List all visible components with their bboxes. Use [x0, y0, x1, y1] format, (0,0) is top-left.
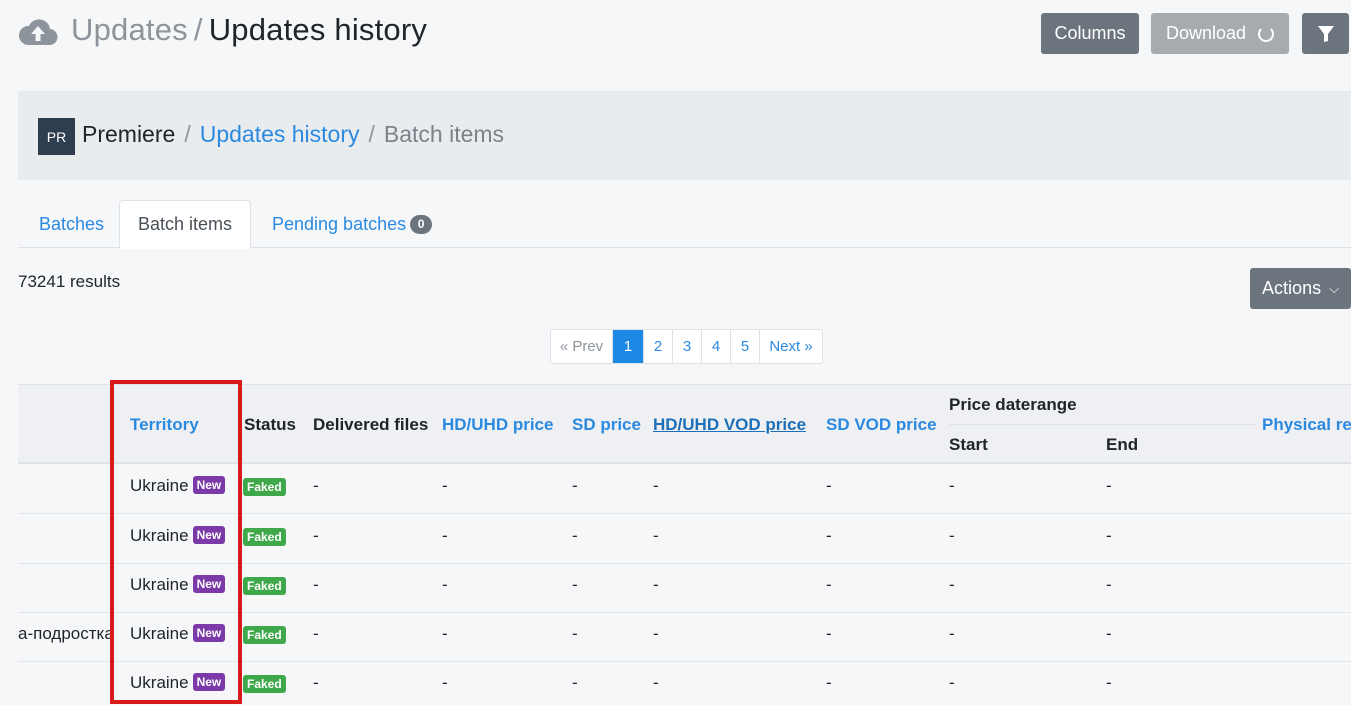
cell-sd-price: -: [572, 673, 578, 692]
territory-column-highlight: [110, 380, 242, 704]
tab-pending-batches[interactable]: Pending batches 0: [272, 200, 433, 248]
filter-button[interactable]: [1302, 13, 1349, 54]
cell-status: Faked: [243, 526, 286, 546]
cell-status: Faked: [243, 575, 286, 595]
actions-dropdown-button[interactable]: Actions ⌵: [1250, 268, 1351, 309]
column-header-physical-release[interactable]: Physical rel: [1262, 415, 1351, 435]
column-header-end: End: [1106, 435, 1139, 454]
breadcrumb-updates-history-link[interactable]: Updates history: [200, 121, 360, 147]
cell-hd-uhd-vod-price: -: [653, 624, 659, 643]
cell-hd-uhd-vod-price: -: [653, 673, 659, 692]
faked-badge: Faked: [243, 577, 286, 595]
cell-hd-uhd-vod-price: -: [653, 476, 659, 495]
cell-status: Faked: [243, 624, 286, 644]
cell-status: Faked: [243, 476, 286, 496]
column-header-delivered-files: Delivered files: [313, 415, 429, 434]
cell-sd-price: -: [572, 624, 578, 643]
filter-icon: [1317, 25, 1334, 42]
tab-batches[interactable]: Batches: [39, 200, 104, 248]
cell-hd-uhd-price: -: [442, 673, 448, 692]
column-header-sd-price[interactable]: SD price: [572, 415, 641, 435]
page-title-parent[interactable]: Updates: [71, 12, 188, 47]
cell-start: -: [949, 526, 955, 545]
tab-batch-items[interactable]: Batch items: [119, 200, 251, 249]
results-count: 73241 results: [18, 272, 121, 291]
cell-delivered-files: -: [313, 575, 319, 594]
breadcrumb-current: Batch items: [383, 121, 505, 147]
column-header-status: Status: [244, 415, 296, 434]
chevron-down-icon: ⌵: [1329, 280, 1339, 296]
cell-sd-price: -: [572, 526, 578, 545]
pagination-page-4[interactable]: 4: [701, 330, 730, 363]
faked-badge: Faked: [243, 528, 286, 546]
cell-delivered-files: -: [313, 526, 319, 545]
pagination: « Prev 1 2 3 4 5 Next »: [550, 329, 823, 364]
columns-button[interactable]: Columns: [1041, 13, 1139, 54]
breadcrumb: Premiere / Updates history / Batch items: [82, 121, 505, 147]
cell-sd-price: -: [572, 575, 578, 594]
cell-hd-uhd-price: -: [442, 526, 448, 545]
faked-badge: Faked: [243, 478, 286, 496]
download-button[interactable]: Download: [1151, 13, 1289, 54]
project-avatar: PR: [38, 118, 75, 155]
cell-delivered-files: -: [313, 624, 319, 643]
column-header-hd-uhd-price[interactable]: HD/UHD price: [442, 415, 553, 435]
column-header-price-daterange: Price daterange: [949, 395, 1077, 414]
cell-start: -: [949, 624, 955, 643]
column-header-sd-vod-price[interactable]: SD VOD price: [826, 415, 937, 435]
cell-end: -: [1106, 624, 1112, 643]
pagination-page-3[interactable]: 3: [672, 330, 701, 363]
loading-spinner-icon: [1258, 25, 1275, 42]
cell-sd-vod-price: -: [826, 476, 832, 495]
cell-hd-uhd-vod-price: -: [653, 526, 659, 545]
cloud-upload-icon: [18, 19, 58, 46]
pagination-page-5[interactable]: 5: [730, 330, 759, 363]
page-title-current: Updates history: [208, 12, 428, 47]
pending-count-badge: 0: [410, 214, 433, 234]
cell-delivered-files: -: [313, 476, 319, 495]
cell-hd-uhd-price: -: [442, 476, 448, 495]
page-title: Updates / Updates history: [71, 12, 428, 47]
cell-status: Faked: [243, 673, 286, 693]
cell-sd-vod-price: -: [826, 673, 832, 692]
faked-badge: Faked: [243, 626, 286, 644]
header-divider: [949, 424, 1255, 425]
cell-end: -: [1106, 476, 1112, 495]
cell-delivered-files: -: [313, 673, 319, 692]
cell-end: -: [1106, 673, 1112, 692]
pagination-page-1[interactable]: 1: [612, 330, 643, 363]
pagination-next[interactable]: Next »: [759, 330, 822, 363]
cell-title: а-подростка: [18, 624, 114, 643]
pagination-prev[interactable]: « Prev: [551, 330, 612, 363]
cell-hd-uhd-vod-price: -: [653, 575, 659, 594]
column-header-start: Start: [949, 435, 988, 454]
column-header-hd-uhd-vod-price[interactable]: HD/UHD VOD price: [653, 415, 806, 435]
faked-badge: Faked: [243, 675, 286, 693]
cell-sd-vod-price: -: [826, 624, 832, 643]
cell-end: -: [1106, 526, 1112, 545]
cell-sd-vod-price: -: [826, 575, 832, 594]
cell-hd-uhd-price: -: [442, 624, 448, 643]
cell-sd-vod-price: -: [826, 526, 832, 545]
breadcrumb-project: Premiere: [82, 121, 176, 147]
pagination-page-2[interactable]: 2: [643, 330, 672, 363]
cell-hd-uhd-price: -: [442, 575, 448, 594]
cell-end: -: [1106, 575, 1112, 594]
cell-sd-price: -: [572, 476, 578, 495]
breadcrumb-panel: PR Premiere / Updates history / Batch items: [18, 91, 1351, 180]
cell-start: -: [949, 575, 955, 594]
cell-start: -: [949, 673, 955, 692]
cell-start: -: [949, 476, 955, 495]
tab-bar: Batches Batch items Pending batches 0: [18, 200, 1351, 249]
